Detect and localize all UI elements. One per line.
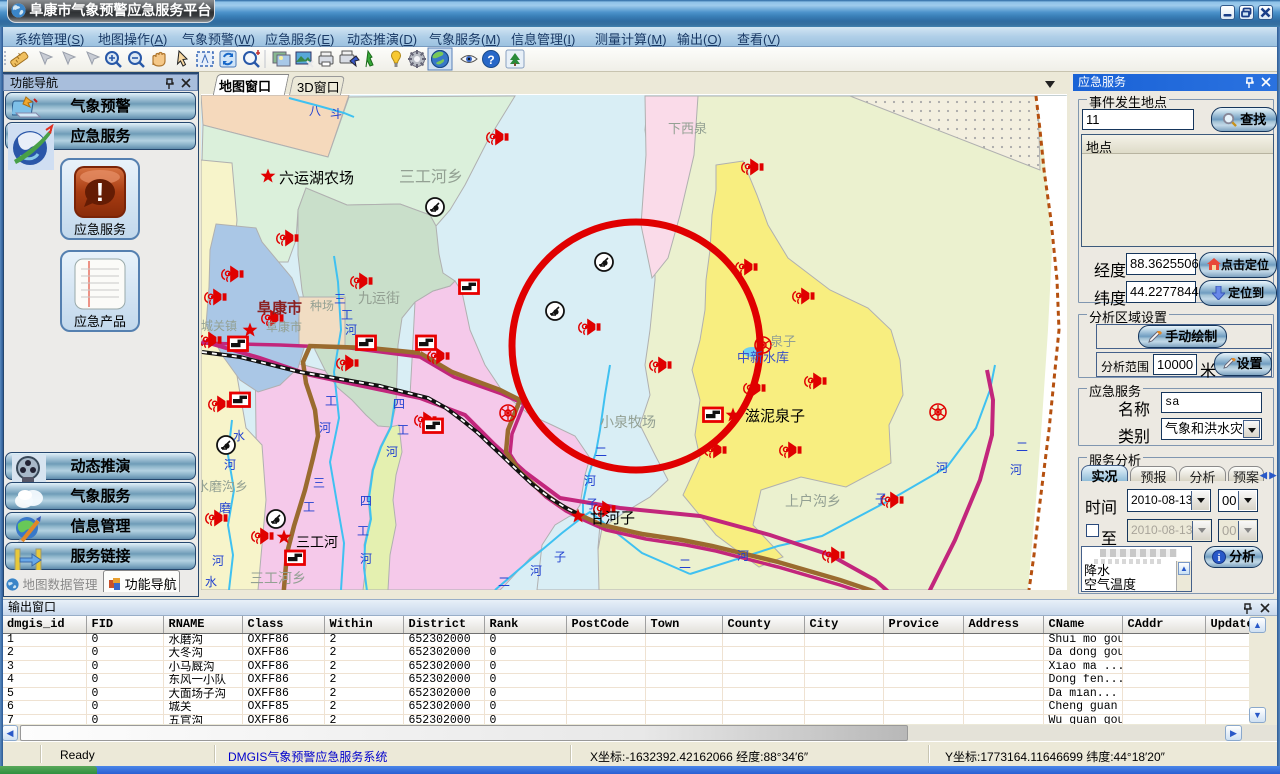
svg-text:滋泥泉子: 滋泥泉子 bbox=[745, 408, 805, 425]
svg-text:二: 二 bbox=[679, 557, 691, 571]
svg-text:三工河: 三工河 bbox=[296, 534, 338, 550]
svg-text:工: 工 bbox=[397, 423, 409, 437]
svg-text:阜康市: 阜康市 bbox=[257, 299, 302, 317]
svg-text:子: 子 bbox=[875, 492, 887, 506]
svg-text:种场: 种场 bbox=[310, 299, 334, 313]
svg-text:八: 八 bbox=[309, 104, 321, 118]
svg-text:三: 三 bbox=[334, 292, 346, 306]
svg-text:水: 水 bbox=[205, 575, 217, 589]
svg-text:中新水库: 中新水库 bbox=[737, 350, 789, 365]
svg-text:九运街: 九运街 bbox=[358, 290, 400, 306]
svg-text:城关镇: 城关镇 bbox=[201, 319, 237, 333]
svg-text:子: 子 bbox=[554, 550, 566, 564]
svg-text:泉子: 泉子 bbox=[770, 334, 796, 349]
svg-text:工: 工 bbox=[341, 308, 353, 322]
svg-text:三工河乡: 三工河乡 bbox=[399, 168, 463, 186]
svg-text:二: 二 bbox=[498, 575, 510, 589]
svg-text:阜康市: 阜康市 bbox=[266, 319, 302, 334]
svg-text:河: 河 bbox=[530, 564, 542, 578]
svg-text:下西泉: 下西泉 bbox=[668, 121, 707, 136]
svg-text:六运湖农场: 六运湖农场 bbox=[279, 170, 354, 187]
svg-text:河: 河 bbox=[345, 323, 357, 337]
svg-text:河: 河 bbox=[224, 458, 236, 472]
svg-text:河: 河 bbox=[584, 474, 596, 488]
svg-text:水: 水 bbox=[233, 429, 245, 443]
svg-text:?: ? bbox=[487, 53, 494, 67]
svg-text:河: 河 bbox=[360, 552, 372, 566]
svg-text:斗: 斗 bbox=[330, 107, 342, 121]
svg-text:工: 工 bbox=[357, 524, 369, 538]
svg-text:工: 工 bbox=[303, 500, 315, 514]
svg-text:河: 河 bbox=[1010, 463, 1022, 477]
svg-text:四: 四 bbox=[393, 397, 405, 411]
svg-text:二: 二 bbox=[595, 445, 607, 459]
svg-text:河: 河 bbox=[737, 549, 749, 563]
svg-text:二: 二 bbox=[1016, 440, 1028, 454]
svg-text:水磨沟乡: 水磨沟乡 bbox=[201, 479, 248, 494]
svg-text:i: i bbox=[1217, 553, 1220, 564]
svg-text:小泉牧场: 小泉牧场 bbox=[600, 414, 656, 430]
svg-text:河: 河 bbox=[936, 461, 948, 475]
svg-text:!: ! bbox=[96, 177, 105, 207]
svg-text:三: 三 bbox=[313, 476, 325, 490]
svg-text:工: 工 bbox=[325, 394, 337, 408]
svg-text:三工河乡: 三工河乡 bbox=[250, 570, 306, 586]
svg-text:河: 河 bbox=[212, 554, 224, 568]
svg-text:上户沟乡: 上户沟乡 bbox=[785, 493, 841, 509]
svg-text:甘河子: 甘河子 bbox=[590, 510, 635, 527]
svg-text:河: 河 bbox=[319, 421, 331, 435]
svg-text:磨: 磨 bbox=[219, 501, 231, 515]
svg-text:子: 子 bbox=[586, 497, 598, 511]
svg-text:四: 四 bbox=[360, 494, 372, 508]
svg-text:河: 河 bbox=[386, 445, 398, 459]
